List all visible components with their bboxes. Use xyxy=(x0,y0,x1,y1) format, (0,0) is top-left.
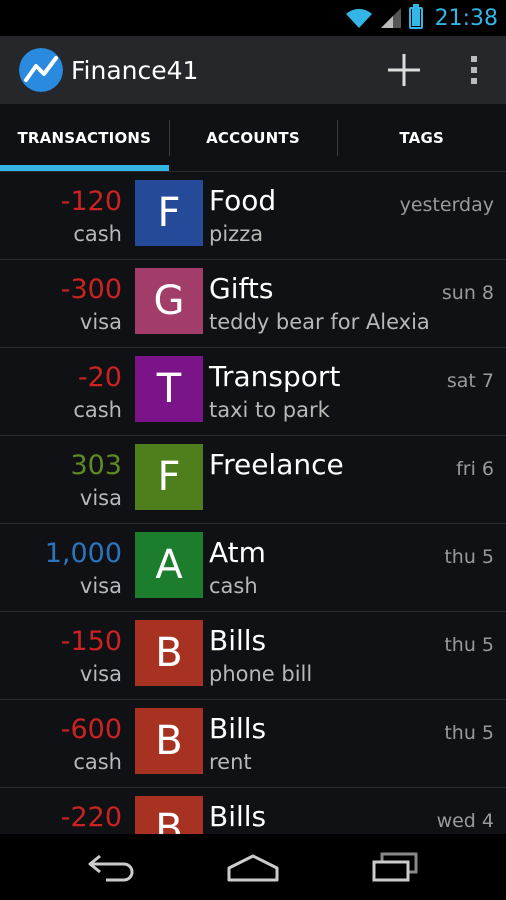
category-name: Gifts xyxy=(209,272,274,305)
category-name: Bills xyxy=(209,712,267,745)
amount: -20 xyxy=(77,362,122,393)
category-tag: B xyxy=(135,708,203,774)
category-tag: B xyxy=(135,796,203,834)
recents-icon xyxy=(372,852,418,882)
category-tag: G xyxy=(135,268,203,334)
app-title: Finance41 xyxy=(71,55,199,85)
home-icon xyxy=(227,854,279,882)
clock: 21:38 xyxy=(434,5,498,31)
back-icon xyxy=(88,854,134,882)
transaction-date: fri 6 xyxy=(456,458,494,480)
category-name: Atm xyxy=(209,536,266,569)
transaction-row[interactable]: -20 cash T Transport taxi to park sat 7 xyxy=(0,348,506,436)
category-name: Bills xyxy=(209,800,267,833)
transaction-row[interactable]: -220 B Bills wed 4 xyxy=(0,788,506,834)
category-tag: F xyxy=(135,444,203,510)
account-name: cash xyxy=(73,222,122,246)
amount: 303 xyxy=(70,450,122,481)
category-name: Bills xyxy=(209,624,267,657)
transaction-note: rent xyxy=(209,750,252,774)
transaction-list[interactable]: -120 cash F Food pizza yesterday -300 vi… xyxy=(0,172,506,834)
transaction-date: yesterday xyxy=(399,194,494,216)
app-logo-icon[interactable] xyxy=(19,48,63,92)
transaction-date: thu 5 xyxy=(444,722,494,744)
tab-tags[interactable]: TAGS xyxy=(337,104,506,171)
add-transaction-button[interactable] xyxy=(376,42,432,98)
amount: -600 xyxy=(60,714,122,745)
action-bar: Finance41 xyxy=(0,36,506,104)
category-tag: B xyxy=(135,620,203,686)
transaction-note: phone bill xyxy=(209,662,313,686)
transaction-row[interactable]: -120 cash F Food pizza yesterday xyxy=(0,172,506,260)
transaction-date: thu 5 xyxy=(444,546,494,568)
account-name: cash xyxy=(73,398,122,422)
account-name: visa xyxy=(79,310,122,334)
amount: -300 xyxy=(60,274,122,305)
amount: -220 xyxy=(60,802,122,833)
transaction-row[interactable]: -600 cash B Bills rent thu 5 xyxy=(0,700,506,788)
amount: -150 xyxy=(60,626,122,657)
transaction-note: cash xyxy=(209,574,258,598)
tab-transactions[interactable]: TRANSACTIONS xyxy=(0,104,169,171)
transaction-note: taxi to park xyxy=(209,398,330,422)
transaction-date: thu 5 xyxy=(444,634,494,656)
transaction-note: pizza xyxy=(209,222,264,246)
system-nav-bar xyxy=(0,834,506,900)
back-button[interactable] xyxy=(71,842,151,892)
account-name: visa xyxy=(79,662,122,686)
transaction-row[interactable]: 1,000 visa A Atm cash thu 5 xyxy=(0,524,506,612)
amount: 1,000 xyxy=(44,538,122,569)
category-tag: F xyxy=(135,180,203,246)
tab-accounts[interactable]: ACCOUNTS xyxy=(168,104,338,171)
home-button[interactable] xyxy=(213,842,293,892)
plus-icon xyxy=(388,54,420,86)
category-name: Transport xyxy=(209,360,341,393)
transaction-row[interactable]: -300 visa G Gifts teddy bear for Alexia … xyxy=(0,260,506,348)
tab-indicator xyxy=(0,165,169,171)
battery-icon xyxy=(408,4,423,29)
category-name: Freelance xyxy=(209,448,344,481)
account-name: visa xyxy=(79,486,122,510)
category-name: Food xyxy=(209,184,277,217)
transaction-row[interactable]: 303 visa F Freelance fri 6 xyxy=(0,436,506,524)
status-bar: 21:38 xyxy=(0,0,506,36)
transaction-row[interactable]: -150 visa B Bills phone bill thu 5 xyxy=(0,612,506,700)
transaction-date: sun 8 xyxy=(441,282,494,304)
transaction-date: sat 7 xyxy=(446,370,494,392)
tab-label: ACCOUNTS xyxy=(206,128,300,147)
tab-label: TAGS xyxy=(399,128,444,147)
account-name: visa xyxy=(79,574,122,598)
amount: -120 xyxy=(60,186,122,217)
overflow-menu-icon[interactable] xyxy=(454,42,494,98)
category-tag: T xyxy=(135,356,203,422)
transaction-date: wed 4 xyxy=(436,810,494,832)
tab-label: TRANSACTIONS xyxy=(17,128,152,147)
category-tag: A xyxy=(135,532,203,598)
wifi-icon xyxy=(345,8,372,28)
signal-icon xyxy=(380,8,401,28)
transaction-note: teddy bear for Alexia xyxy=(209,310,430,334)
account-name: cash xyxy=(73,750,122,774)
tab-bar: TRANSACTIONS ACCOUNTS TAGS xyxy=(0,104,506,172)
recents-button[interactable] xyxy=(355,842,435,892)
